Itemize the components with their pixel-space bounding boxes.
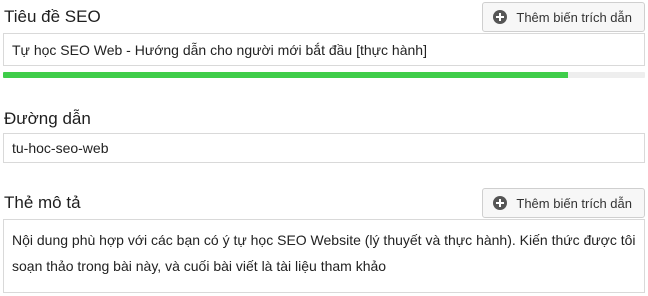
seo-title-progress-fill xyxy=(3,72,568,78)
meta-description-label: Thẻ mô tả xyxy=(4,193,81,212)
slug-input[interactable]: tu-hoc-seo-web xyxy=(3,133,645,163)
insert-snippet-variable-button-description[interactable]: Thêm biến trích dẫn xyxy=(482,188,645,218)
seo-title-label: Tiêu đề SEO xyxy=(4,7,101,26)
insert-snippet-variable-label: Thêm biến trích dẫn xyxy=(516,9,632,25)
plus-circle-icon xyxy=(493,196,508,210)
meta-description-textarea[interactable]: Nội dung phù hợp với các bạn có ý tự học… xyxy=(3,219,645,293)
seo-title-progress-bar xyxy=(3,72,645,78)
insert-snippet-variable-button-title[interactable]: Thêm biến trích dẫn xyxy=(482,2,645,32)
insert-snippet-variable-label: Thêm biến trích dẫn xyxy=(516,195,632,211)
slug-label: Đường dẫn xyxy=(4,109,91,128)
plus-circle-icon xyxy=(493,10,508,24)
seo-title-input[interactable]: Tự học SEO Web - Hướng dẫn cho người mới… xyxy=(3,33,645,66)
